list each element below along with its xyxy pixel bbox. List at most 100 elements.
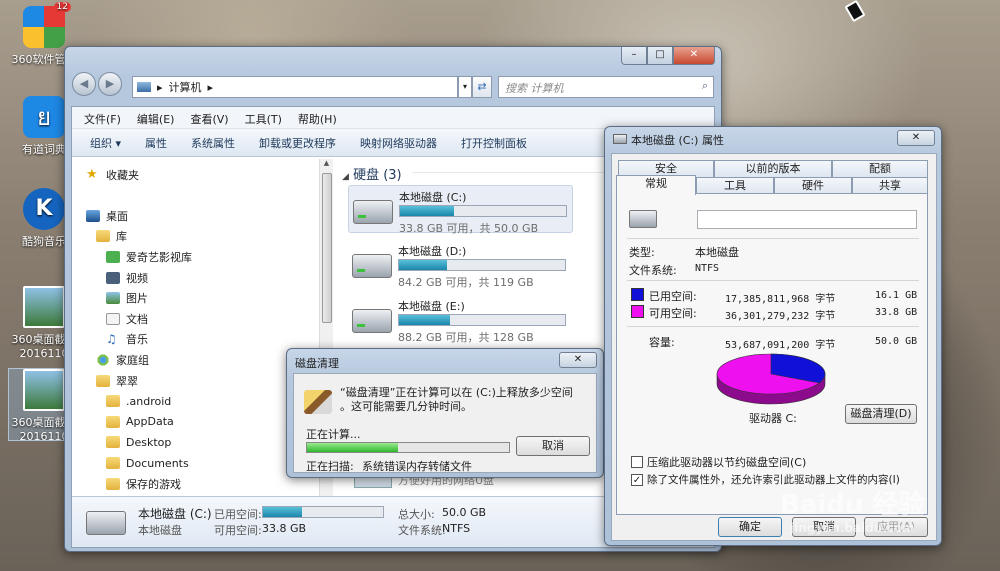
tree-item-music[interactable]: ♫ 音乐 xyxy=(82,329,318,350)
video-icon xyxy=(106,271,120,284)
tab-quota[interactable]: 配额 xyxy=(832,160,928,177)
navigation-bar: ◀ ▶ ▸ 计算机 ▸ ▾ ⇄ 搜索 计算机 ⌕ xyxy=(70,70,718,100)
minimize-button[interactable]: – xyxy=(621,47,647,65)
tab-tools[interactable]: 工具 xyxy=(696,177,774,194)
breadcrumb[interactable]: 计算机 xyxy=(169,79,202,95)
computer-icon xyxy=(137,82,151,92)
compress-label: 压缩此驱动器以节约磁盘空间(C) xyxy=(647,456,807,469)
free-space-bytes: 36,301,279,232 字节 xyxy=(725,311,836,322)
cleanup-message-line2: 。这可能需要几分钟时间。 xyxy=(340,400,472,413)
volume-label-input[interactable] xyxy=(697,210,917,229)
document-icon xyxy=(106,312,120,325)
caption-buttons: – □ ✕ xyxy=(621,47,715,65)
tree-item-libraries[interactable]: 库 xyxy=(82,226,318,247)
address-bar[interactable]: ▸ 计算机 ▸ xyxy=(132,76,458,98)
scroll-up-icon[interactable]: ▲ xyxy=(320,159,333,167)
tab-hardware[interactable]: 硬件 xyxy=(774,177,852,194)
tree-item-appdata[interactable]: AppData xyxy=(82,412,318,433)
maximize-button[interactable]: □ xyxy=(647,47,673,65)
tree-item-saved-games[interactable]: 保存的游戏 xyxy=(82,473,318,494)
properties-button[interactable]: 属性 xyxy=(145,135,167,150)
search-box[interactable]: 搜索 计算机 ⌕ xyxy=(498,76,714,98)
address-dropdown-button[interactable]: ▾ xyxy=(458,76,472,98)
drive-group-header[interactable]: ◢ 硬盘 (3) xyxy=(342,164,402,183)
map-network-drive-button[interactable]: 映射网络驱动器 xyxy=(360,135,437,150)
tree-item-documents[interactable]: 文档 xyxy=(82,309,318,330)
cleanup-status: 正在计算... xyxy=(306,428,361,441)
close-button[interactable]: ✕ xyxy=(673,47,715,65)
tree-item-videos[interactable]: 视频 xyxy=(82,267,318,288)
breadcrumb-separator-icon: ▸ xyxy=(207,80,214,94)
forward-button[interactable]: ▶ xyxy=(98,72,122,96)
used-space-size: 16.1 GB xyxy=(875,290,918,301)
tree-item-user[interactable]: 翠翠 xyxy=(82,370,318,391)
desktop-icon xyxy=(86,209,100,222)
menu-file[interactable]: 文件(F) xyxy=(84,111,121,126)
drive-usage-bar xyxy=(398,259,566,271)
library-icon xyxy=(96,230,110,243)
menu-help[interactable]: 帮助(H) xyxy=(298,111,337,126)
navigation-pane: ★ 收藏夹 桌面 库 爱奇艺影视库 视频 图片 文档 ♫ 音乐 家庭组 翠翠 .an… xyxy=(82,165,318,495)
drive-icon xyxy=(352,309,392,333)
tree-item-homegroup[interactable]: 家庭组 xyxy=(82,350,318,371)
scroll-thumb[interactable] xyxy=(322,173,332,323)
refresh-button[interactable]: ⇄ xyxy=(472,76,492,98)
index-checkbox[interactable]: ✓ xyxy=(631,473,643,486)
cancel-button[interactable]: 取消 xyxy=(516,436,590,456)
drive-large-icon xyxy=(629,210,657,228)
details-free-value: 33.8 GB xyxy=(262,522,307,535)
disk-cleanup-dialog: 磁盘清理 ✕ “磁盘清理”正在计算可以在 (C:)上释放多少空间 。这可能需要几… xyxy=(286,348,604,478)
tree-item-pictures[interactable]: 图片 xyxy=(82,288,318,309)
tab-previous-versions[interactable]: 以前的版本 xyxy=(714,160,832,177)
open-control-panel-button[interactable]: 打开控制面板 xyxy=(461,135,527,150)
watermark-brand: Baidu 经验 xyxy=(780,490,925,520)
menu-view[interactable]: 查看(V) xyxy=(190,111,228,126)
drive-info: 33.8 GB 可用，共 50.0 GB xyxy=(399,222,539,235)
tree-item-desktop[interactable]: 桌面 xyxy=(82,206,318,227)
compress-checkbox-row[interactable]: 压缩此驱动器以节约磁盘空间(C) xyxy=(631,454,806,470)
disk-cleanup-button[interactable]: 磁盘清理(D) xyxy=(845,404,917,424)
youdao-icon: ย xyxy=(23,96,65,138)
close-button[interactable]: ✕ xyxy=(897,130,935,146)
capacity-size: 50.0 GB xyxy=(875,336,918,347)
image-thumbnail-icon xyxy=(23,286,65,328)
back-button[interactable]: ◀ xyxy=(72,72,96,96)
system-properties-button[interactable]: 系统属性 xyxy=(191,135,235,150)
details-used-label: 已用空间: xyxy=(214,508,262,521)
tree-item-android[interactable]: .android xyxy=(82,391,318,412)
divider xyxy=(627,280,919,281)
organize-button[interactable]: 组织 ▾ xyxy=(90,135,121,150)
menu-tools[interactable]: 工具(T) xyxy=(245,111,282,126)
used-space-label: 已用空间: xyxy=(649,290,697,303)
compress-checkbox[interactable] xyxy=(631,456,643,468)
drive-name: 本地磁盘 (E:) xyxy=(398,300,465,313)
drive-item-e[interactable]: 本地磁盘 (E:) 88.2 GB 可用，共 128 GB xyxy=(348,295,573,344)
ok-button[interactable]: 确定 xyxy=(718,517,782,537)
details-usage-bar xyxy=(262,506,384,518)
dialog-title: 磁盘清理 xyxy=(295,357,339,370)
watermark: Baidu 经验 jingyan.baidu.com xyxy=(780,484,924,535)
divider xyxy=(627,326,919,327)
tree-item-desktop-folder[interactable]: Desktop xyxy=(82,432,318,453)
tree-item-iqiyi[interactable]: 爱奇艺影视库 xyxy=(82,247,318,268)
scanning-label: 正在扫描: xyxy=(306,460,354,473)
used-space-bytes: 17,385,811,968 字节 xyxy=(725,294,836,305)
close-button[interactable]: ✕ xyxy=(559,352,597,368)
menu-edit[interactable]: 编辑(E) xyxy=(137,111,175,126)
folder-icon xyxy=(106,395,120,408)
tab-general[interactable]: 常规 xyxy=(616,175,696,195)
general-tab-panel: 类型: 本地磁盘 文件系统: NTFS 已用空间: 17,385,811,968… xyxy=(616,193,928,515)
broom-icon xyxy=(304,390,332,414)
drive-item-c[interactable]: 本地磁盘 (C:) 33.8 GB 可用，共 50.0 GB xyxy=(348,185,573,235)
tree-item-documents-folder[interactable]: Documents xyxy=(82,453,318,474)
folder-icon xyxy=(106,457,120,470)
drive-info: 84.2 GB 可用，共 119 GB xyxy=(398,276,534,289)
tree-item-favorites[interactable]: ★ 收藏夹 xyxy=(82,165,318,186)
uninstall-program-button[interactable]: 卸载或更改程序 xyxy=(259,135,336,150)
drive-name: 本地磁盘 (D:) xyxy=(398,245,467,258)
capacity-label: 容量: xyxy=(649,336,675,349)
drive-item-d[interactable]: 本地磁盘 (D:) 84.2 GB 可用，共 119 GB xyxy=(348,240,573,289)
iqiyi-icon xyxy=(106,251,120,264)
tab-sharing[interactable]: 共享 xyxy=(852,177,928,194)
divider xyxy=(627,238,919,239)
